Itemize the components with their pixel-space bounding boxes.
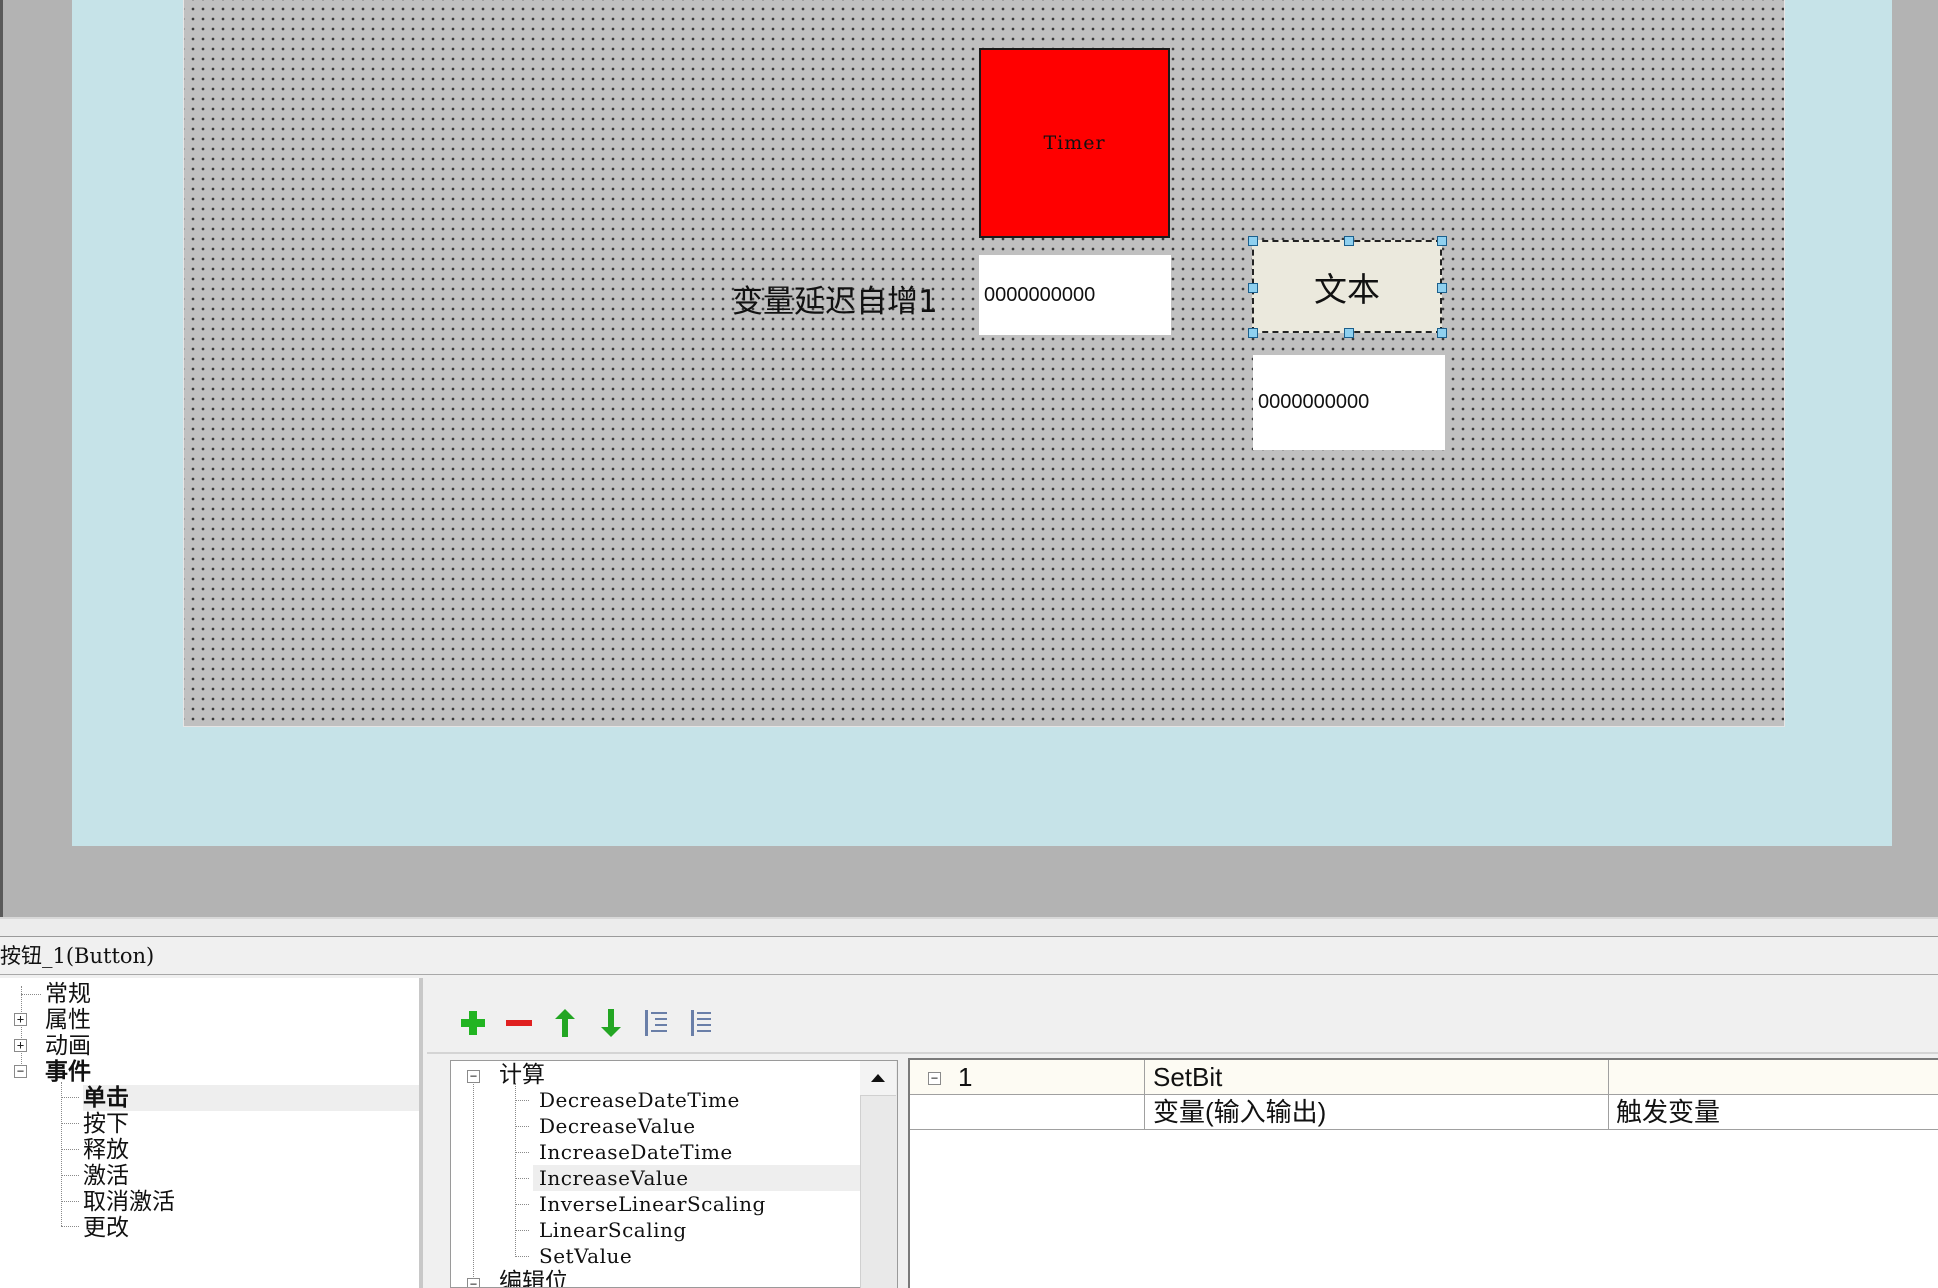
resize-handle-bottom[interactable]: [1344, 328, 1354, 338]
io-field-1-value: 0000000000: [984, 283, 1096, 306]
event-deactivate[interactable]: 取消激活: [83, 1189, 175, 1215]
resize-handle-top[interactable]: [1344, 236, 1354, 246]
category-events[interactable]: 事件: [45, 1059, 91, 1085]
category-general[interactable]: 常规: [45, 981, 91, 1007]
event-press[interactable]: 按下: [83, 1111, 129, 1137]
system-function-list: − 计算 DecreaseDateTime DecreaseValue Incr…: [450, 1060, 898, 1288]
move-down-icon[interactable]: [593, 1005, 629, 1041]
param-value-cell[interactable]: 触发变量: [1616, 1095, 1720, 1129]
param-name-cell: 变量(输入输出): [1153, 1097, 1327, 1127]
text-button-selected[interactable]: 文本: [1248, 236, 1447, 338]
grid-column-divider: [1608, 1060, 1609, 1130]
expand-animations-icon[interactable]: +: [14, 1039, 27, 1052]
category-animations[interactable]: 动画: [45, 1033, 91, 1059]
resize-handle-top-right[interactable]: [1437, 236, 1447, 246]
expand-properties-icon[interactable]: +: [14, 1013, 27, 1026]
tree-guide-line: [515, 1126, 529, 1127]
function-name-cell[interactable]: SetBit: [1153, 1060, 1222, 1094]
remove-icon[interactable]: [501, 1005, 537, 1041]
tree-guide-line: [61, 1226, 79, 1227]
event-function-grid: − 1 SetBit 变量(输入输出) 触发变量: [908, 1058, 1938, 1288]
io-field-2[interactable]: 0000000000: [1253, 355, 1445, 450]
tree-guide-line: [21, 986, 22, 1074]
event-change[interactable]: 更改: [83, 1215, 129, 1241]
tree-guide-line: [515, 1152, 529, 1153]
function-item[interactable]: IncreaseDateTime: [539, 1139, 733, 1165]
io-field-2-value: 0000000000: [1258, 391, 1370, 413]
function-row-1[interactable]: − 1 SetBit: [910, 1060, 1938, 1095]
tree-guide-line: [515, 1100, 529, 1101]
tree-guide-line: [515, 1178, 529, 1179]
panel-splitter[interactable]: [0, 917, 1938, 937]
tree-guide-line: [21, 994, 41, 995]
io-field-1[interactable]: 0000000000: [979, 255, 1171, 335]
function-item[interactable]: DecreaseValue: [539, 1113, 696, 1139]
tree-guide-line: [61, 1175, 79, 1176]
text-button-label: 文本: [1314, 269, 1380, 309]
resize-handle-right[interactable]: [1437, 283, 1447, 293]
timer-rectangle[interactable]: Timer: [979, 48, 1170, 238]
timer-label: Timer: [1043, 132, 1106, 154]
row-index: 1: [958, 1062, 973, 1092]
function-item[interactable]: InverseLinearScaling: [539, 1191, 766, 1217]
collapse-edit-bits-icon[interactable]: −: [467, 1278, 480, 1287]
inspector-title: 按钮_1(Button): [0, 937, 1938, 975]
function-item[interactable]: SetValue: [539, 1243, 632, 1269]
tree-guide-line: [61, 1149, 79, 1150]
tree-guide-line: [515, 1204, 529, 1205]
event-release[interactable]: 释放: [83, 1137, 129, 1163]
resize-handle-top-left[interactable]: [1248, 236, 1258, 246]
function-item-selected[interactable]: IncreaseValue: [533, 1165, 865, 1191]
tree-guide-line: [473, 1081, 474, 1287]
scroll-up-arrow-icon[interactable]: [860, 1061, 896, 1096]
collapse-events-icon[interactable]: −: [14, 1065, 27, 1078]
function-param-row[interactable]: 变量(输入输出) 触发变量: [910, 1095, 1938, 1130]
indent-icon[interactable]: [639, 1005, 675, 1041]
grid-column-divider: [1144, 1060, 1145, 1130]
toolbar-separator: [427, 1052, 1938, 1054]
move-up-icon[interactable]: [547, 1005, 583, 1041]
tree-guide-line: [61, 1201, 79, 1202]
event-click[interactable]: 单击: [83, 1085, 419, 1111]
tree-guide-line: [61, 1123, 79, 1124]
tree-guide-line: [61, 1082, 62, 1226]
outdent-icon[interactable]: [685, 1005, 721, 1041]
tree-guide-line: [61, 1097, 79, 1098]
add-icon[interactable]: [455, 1005, 491, 1041]
function-item[interactable]: DecreaseDateTime: [539, 1087, 740, 1113]
category-properties[interactable]: 属性: [45, 1007, 91, 1033]
function-category-edit-bits[interactable]: 编辑位: [499, 1269, 568, 1287]
category-tree: 常规 + 属性 + 动画 − 事件 单击 按下 释放 激活 取消激活 更改: [0, 978, 423, 1288]
editor-left-border: [0, 0, 3, 917]
resize-handle-bottom-left[interactable]: [1248, 328, 1258, 338]
variable-delay-label[interactable]: 变量延迟自增1: [732, 276, 938, 321]
resize-handle-bottom-right[interactable]: [1437, 328, 1447, 338]
tree-guide-line: [515, 1230, 529, 1231]
function-item[interactable]: LinearScaling: [539, 1217, 687, 1243]
resize-handle-left[interactable]: [1248, 283, 1258, 293]
tree-guide-line: [515, 1256, 529, 1257]
collapse-row-icon[interactable]: −: [928, 1072, 941, 1085]
event-activate[interactable]: 激活: [83, 1163, 129, 1189]
function-category-calculation[interactable]: 计算: [499, 1062, 545, 1088]
collapse-calculation-icon[interactable]: −: [467, 1070, 480, 1083]
